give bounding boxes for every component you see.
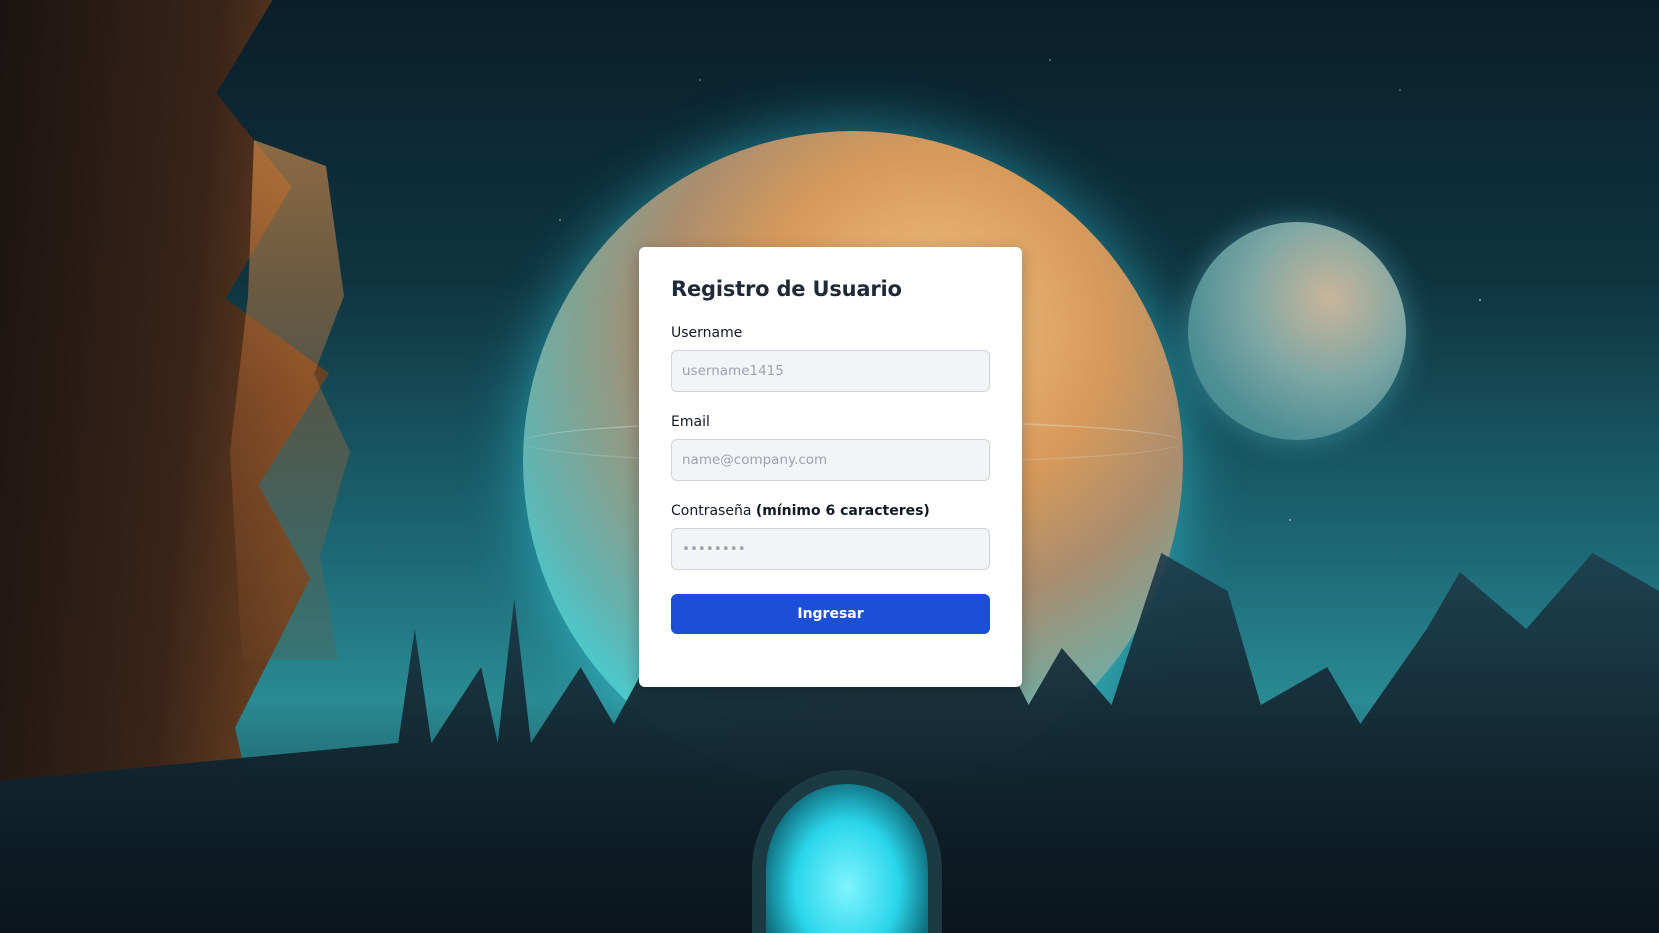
username-input[interactable] [671, 350, 990, 392]
email-label: Email [671, 414, 710, 430]
password-field-group: Contraseña (mínimo 6 caracteres) [671, 503, 990, 570]
register-card: Registro de Usuario Username Email Contr… [639, 247, 1022, 687]
email-input[interactable] [671, 439, 990, 481]
submit-button[interactable]: Ingresar [671, 594, 990, 634]
password-label: Contraseña (mínimo 6 caracteres) [671, 503, 990, 519]
background-scene: Registro de Usuario Username Email Contr… [0, 0, 1659, 933]
form-title: Registro de Usuario [671, 277, 902, 301]
small-moon-image [1188, 222, 1406, 440]
username-label: Username [671, 325, 743, 341]
password-input[interactable] [671, 528, 990, 570]
password-label-text: Contraseña [671, 503, 752, 519]
email-field-group: Email [671, 414, 990, 481]
username-field-group: Username [671, 325, 990, 392]
password-hint: (mínimo 6 caracteres) [755, 503, 930, 519]
